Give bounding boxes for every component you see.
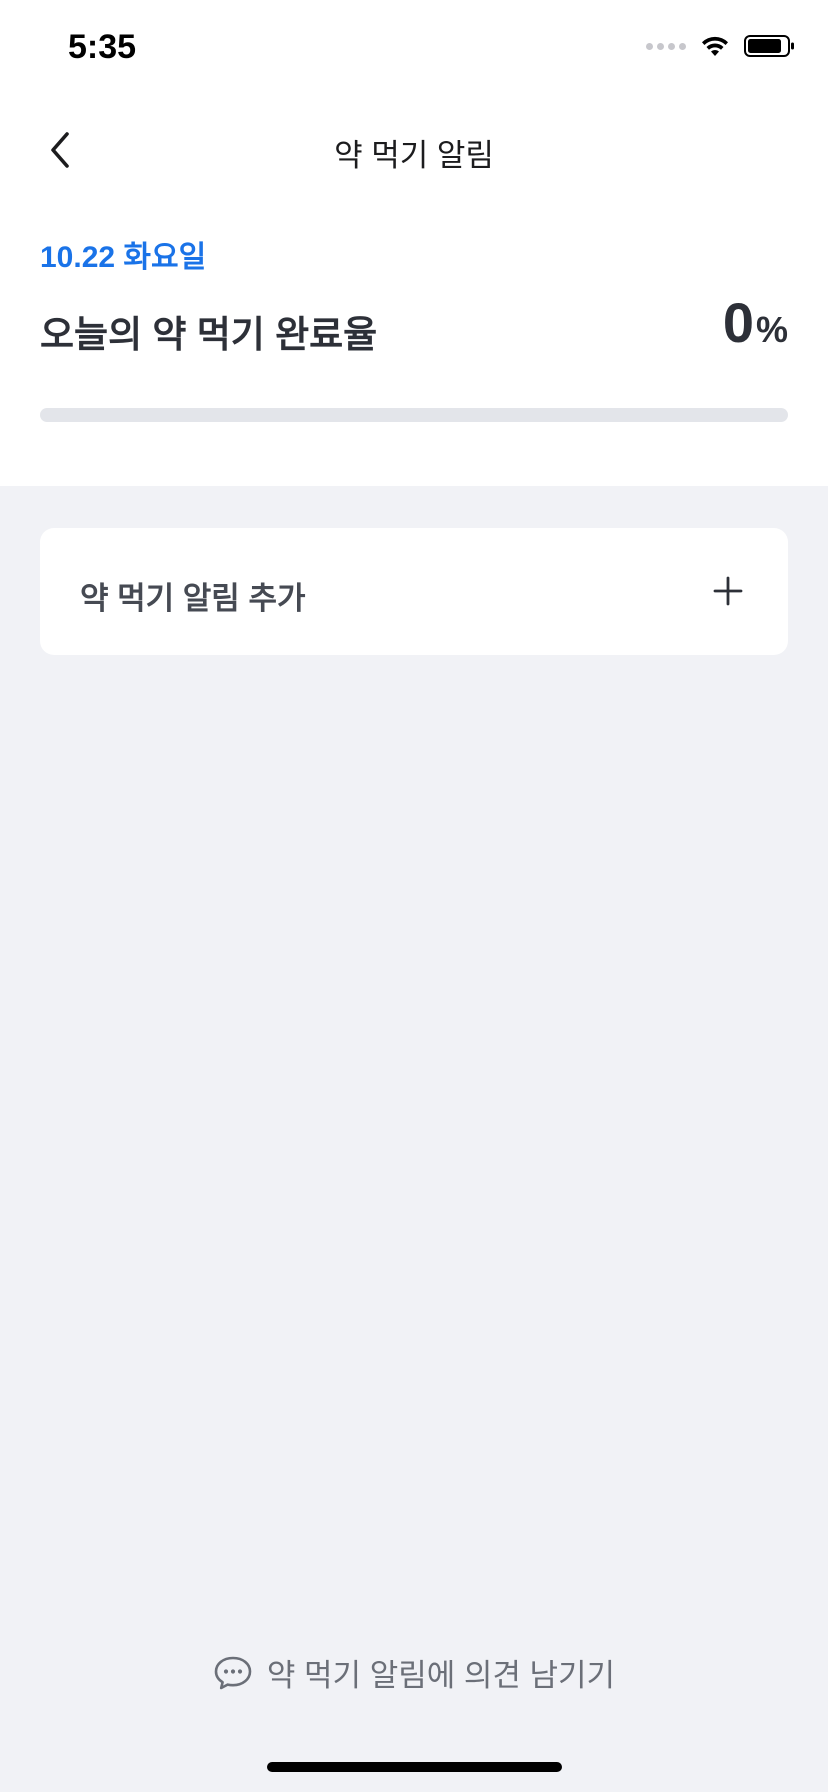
status-icons [646, 34, 796, 58]
chat-bubble-icon [214, 1656, 252, 1689]
completion-summary: 10.22 화요일 오늘의 약 먹기 완료율 0 % [0, 200, 828, 486]
page-title: 약 먹기 알림 [334, 138, 494, 173]
feedback-label: 약 먹기 알림에 의견 남기기 [266, 1658, 616, 1693]
completion-progress-bar [40, 408, 788, 422]
home-indicator [267, 1762, 562, 1772]
add-reminder-label: 약 먹기 알림 추가 [80, 581, 306, 616]
date-label: 10.22 화요일 [40, 241, 207, 274]
completion-rate-label: 오늘의 약 먹기 완료율 [40, 314, 378, 355]
completion-rate-row: 오늘의 약 먹기 완료율 0 % [40, 291, 788, 356]
screen: 5:35 약 먹기 알림 10.22 화요일 오늘의 약 먹기 완료율 0 % … [0, 0, 828, 1792]
completion-rate-value: 0 % [723, 290, 788, 355]
plus-icon [713, 576, 743, 606]
wifi-icon [702, 36, 728, 56]
status-bar: 5:35 [0, 0, 828, 100]
completion-rate-number: 0 [722, 291, 754, 354]
battery-icon [744, 35, 794, 57]
status-time: 5:35 [68, 28, 137, 66]
feedback-link[interactable]: 약 먹기 알림에 의견 남기기 [0, 1650, 828, 1695]
nav-bar: 약 먹기 알림 [0, 100, 828, 200]
completion-rate-unit: % [755, 309, 788, 350]
add-reminder-button[interactable]: 약 먹기 알림 추가 [40, 528, 788, 655]
cellular-signal-icon [646, 42, 686, 50]
